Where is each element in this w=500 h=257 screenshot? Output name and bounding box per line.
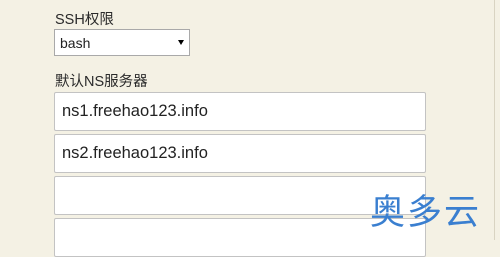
dropdown-arrow-icon [178, 40, 184, 45]
ssh-access-label: SSH权限 [55, 12, 114, 28]
ssh-shell-select[interactable]: bash [54, 29, 190, 56]
brand-watermark: 奥多云 [370, 193, 482, 233]
ssh-shell-selected-value: bash [60, 35, 91, 51]
ns-server-1-input[interactable]: ns1.freehao123.info [54, 92, 426, 131]
default-ns-label: 默认NS服务器 [55, 74, 148, 90]
ns-server-2-input[interactable]: ns2.freehao123.info [54, 134, 426, 173]
